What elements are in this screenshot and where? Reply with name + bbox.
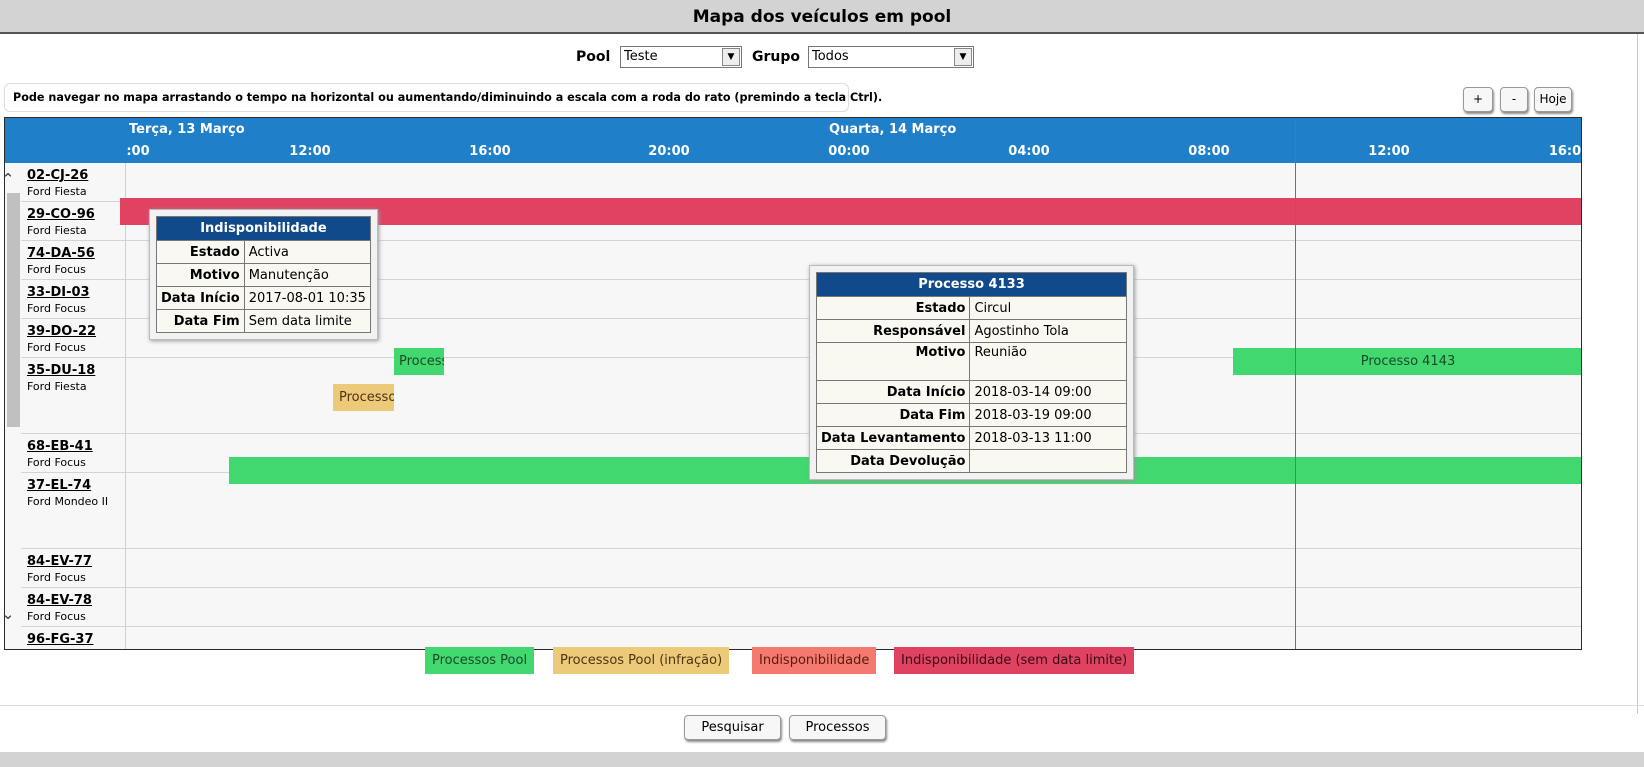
vehicle-model: Ford Mondeo II [27,495,109,508]
legend-item-processos-pool-infracao: Processos Pool (infração) [553,647,730,674]
vehicle-plate-link[interactable]: 84-EV-77 [27,554,92,569]
tooltip-key: Data Início [156,286,245,310]
tooltip-key: Motivo [815,342,971,381]
day-label: Terça, 13 Março [129,122,245,137]
tooltip-key: Motivo [156,263,245,287]
footer-bar [0,752,1644,767]
filters-bar: Pool Teste ▼ Grupo Todos ▼ [0,46,1644,70]
vehicle-model: Ford Focus [27,263,86,276]
time-tick: 12:00 [1368,144,1410,159]
tooltip-key: Data Fim [815,403,971,427]
processes-button[interactable]: Processos [789,715,886,740]
tooltip-value: 2018-03-13 11:00 [969,426,1127,450]
pool-select-value: Teste [624,49,658,64]
time-tick: 20:00 [648,144,690,159]
vehicle-model: Ford Focus [27,571,86,584]
process-infraction-bar[interactable]: Processo [333,384,394,411]
process-bar[interactable]: Process [394,348,444,375]
vehicle-plate-link[interactable]: 33-DI-03 [27,285,90,300]
vehicle-model: Ford Focus [27,341,86,354]
search-button[interactable]: Pesquisar [684,715,781,740]
time-tick: 00:00 [828,144,870,159]
vehicle-plate-link[interactable]: 74-DA-56 [27,246,95,261]
tooltip-title: Processo 4133 [816,272,1127,297]
chevron-down-icon[interactable]: ⌄ [1,605,15,623]
vehicle-row: 02-CJ-26 Ford Fiesta [21,163,1581,202]
vehicle-map[interactable]: Terça, 13 Março Quarta, 14 Março :00 12:… [4,117,1582,650]
tooltip-value: Agostinho Tola [969,319,1127,343]
process-bar[interactable]: Processo 4143 [1233,348,1581,375]
vehicle-plate-link[interactable]: 02-CJ-26 [27,168,88,183]
day-label: Quarta, 14 Março [829,122,957,137]
tooltip-key: Estado [156,240,245,264]
time-tick: 08:00 [1188,144,1230,159]
unavailability-tooltip: Indisponibilidade Estado Activa Motivo Man… [149,209,378,340]
chevron-up-icon[interactable]: ⌃ [1,170,15,188]
timeline-header[interactable]: Terça, 13 Março Quarta, 14 Março :00 12:… [5,118,1582,163]
vehicle-model: Ford Fiesta [27,185,87,198]
tooltip-key: Data Início [815,380,971,404]
tooltip-key: Data Devolução [815,449,971,473]
grupo-label: Grupo [752,49,801,65]
legend-item-indisponibilidade-sem-limite: Indisponibilidade (sem data limite) [894,647,1135,674]
tooltip-value: Circul [969,296,1127,320]
vehicle-plate-link[interactable]: 39-DO-22 [27,324,96,339]
tooltip-value: Activa [243,240,371,264]
vehicle-plate-link[interactable]: 68-EB-41 [27,439,93,454]
vehicle-plate-link[interactable]: 29-CO-96 [27,207,95,222]
pool-label: Pool [576,49,611,65]
vehicle-model: Ford Focus [27,610,86,623]
vehicle-model: Ford Fiesta [27,380,87,393]
tooltip-key: Data Levantamento [815,426,971,450]
vehicle-plate-link[interactable]: 37-EL-74 [27,478,91,493]
vehicle-plate-link[interactable]: 35-DU-18 [27,363,95,378]
tooltip-value: Sem data limite [243,309,371,333]
time-tick: 04:00 [1008,144,1050,159]
process-tooltip: Processo 4133 Estado Circul Responsável Ag… [809,265,1134,480]
vehicle-row: 84-EV-77 Ford Focus [21,549,1581,588]
tooltip-value: 2017-08-01 10:35 [243,286,371,310]
tooltip-title: Indisponibilidade [156,216,371,241]
time-tick: 16:0 [1548,144,1582,159]
time-tick: 12:00 [289,144,331,159]
page-title: Mapa dos veículos em pool [0,0,1644,34]
legend-item-processos-pool: Processos Pool [425,647,535,674]
zoom-out-button[interactable]: - [1500,87,1528,112]
vehicle-model: Ford Focus [27,456,86,469]
vehicle-model: Ford Focus [27,302,86,315]
time-tick: :00 [126,144,150,159]
vehicle-row: 37-EL-74 Ford Mondeo II [21,473,1581,549]
legend-item-indisponibilidade: Indisponibilidade [752,647,877,674]
pool-select[interactable]: Teste ▼ [620,46,742,68]
tooltip-value [969,449,1127,473]
vehicle-plate-link[interactable]: 96-FG-37 [27,632,94,647]
tooltip-key: Responsável [815,319,971,343]
vehicle-plate-link[interactable]: 84-EV-78 [27,593,92,608]
tooltip-value: Reunião [969,342,1127,381]
bottom-separator [0,705,1644,706]
tooltip-key: Data Fim [156,309,245,333]
vehicle-model: Ford Fiesta [27,224,87,237]
time-tick: 16:00 [469,144,511,159]
grupo-select-value: Todos [812,49,849,64]
tooltip-value: 2018-03-14 09:00 [969,380,1127,404]
chevron-down-icon: ▼ [722,48,740,66]
current-time-line [1295,118,1296,649]
zoom-in-button[interactable]: + [1463,87,1493,112]
vehicle-row: 84-EV-78 Ford Focus [21,588,1581,627]
tooltip-value: 2018-03-19 09:00 [969,403,1127,427]
column-divider [125,163,126,649]
tooltip-value: Manutenção [243,263,371,287]
tooltip-key: Estado [815,296,971,320]
right-border [1637,34,1638,714]
today-button[interactable]: Hoje [1534,87,1572,112]
navigation-hint: Pode navegar no mapa arrastando o tempo … [4,83,882,112]
grupo-select[interactable]: Todos ▼ [808,46,974,68]
chevron-down-icon: ▼ [954,48,972,66]
